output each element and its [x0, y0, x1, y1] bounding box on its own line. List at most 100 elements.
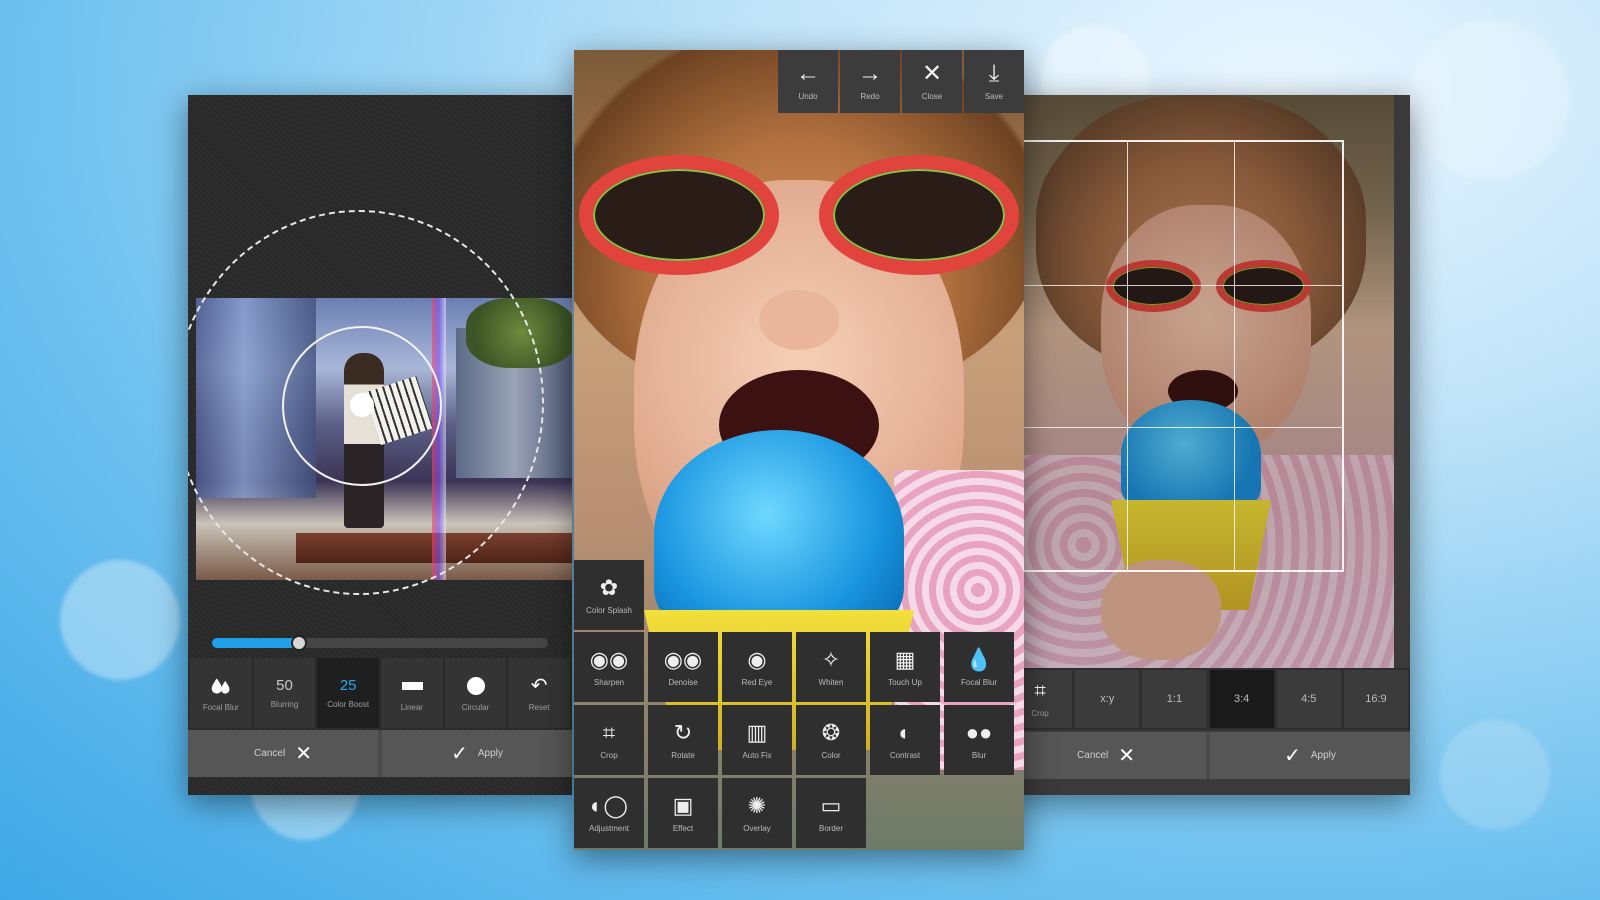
cancel-label: Cancel [1077, 750, 1109, 761]
close-button[interactable]: ✕ Close [902, 50, 962, 113]
whiten-tool[interactable]: ✧ Whiten [796, 632, 866, 702]
crop-icon: ⌗ [602, 719, 616, 745]
photo-nose [759, 290, 839, 350]
auto-fix-tool[interactable]: ▥ Auto Fix [722, 705, 792, 775]
tool-label: Focal Blur [960, 677, 997, 687]
blurring-value: 50 [276, 677, 293, 694]
lightbulb-icon: ✺ [747, 792, 767, 818]
ratio-label: 4:5 [1301, 693, 1317, 705]
tool-label: Red Eye [741, 677, 773, 687]
ratio-4-5-button[interactable]: 4:5 [1276, 670, 1341, 728]
frame-icon: ▭ [820, 792, 842, 818]
effect-tool[interactable]: ▣ Effect [648, 778, 718, 848]
tool-label: Color Splash [586, 605, 632, 615]
crop-frame[interactable] [1018, 140, 1344, 572]
crop-grid-line [1127, 142, 1129, 570]
adjustment-icon: ◐◯ [590, 792, 628, 818]
circular-mode-button[interactable]: Circular [444, 658, 507, 728]
crop-grid-line [1020, 427, 1342, 429]
save-button[interactable]: ⤓ Save [964, 50, 1024, 113]
cancel-label: Cancel [254, 748, 286, 759]
focal-blur-toolbar: Focal Blur 50 Blurring 25 Color Boost Li… [188, 658, 572, 728]
tool-label: Circular [461, 702, 490, 712]
denoise-icon: ◉◉ [663, 646, 703, 672]
action-bar: Cancel ✕ ✓ Apply [188, 730, 572, 777]
crop-tool[interactable]: ⌗ Crop [574, 705, 644, 775]
top-toolbar: ← Undo → Redo ✕ Close ⤓ Save [778, 50, 1024, 113]
sharpen-icon: ◉◉ [589, 646, 629, 672]
bokeh-circle [60, 560, 180, 680]
action-bar: Cancel ✕ ✓ Apply [1006, 732, 1410, 779]
ratio-1-1-button[interactable]: 1:1 [1142, 670, 1207, 728]
color-boost-value: 25 [339, 677, 357, 694]
ratio-3-4-button[interactable]: 3:4 [1209, 670, 1274, 728]
photo-glasses-lens [579, 155, 779, 275]
apply-button[interactable]: ✓ Apply [382, 730, 572, 777]
crop-grid-line [1020, 284, 1342, 286]
border-tool[interactable]: ▭ Border [796, 778, 866, 848]
tool-label: Reset [528, 702, 550, 712]
tool-label: Rotate [671, 750, 695, 760]
color-splash-tool[interactable]: ✿ Color Splash [574, 560, 644, 630]
download-icon: ⤓ [988, 60, 1000, 87]
bokeh-circle [1440, 720, 1550, 830]
bokeh-circle [1410, 20, 1570, 180]
contrast-icon: ◐ [898, 719, 912, 745]
cancel-button[interactable]: Cancel ✕ [1006, 732, 1206, 779]
circle-icon [465, 675, 487, 697]
ratio-16-9-button[interactable]: 16:9 [1343, 670, 1409, 728]
close-label: Close [921, 92, 943, 101]
crop-photo[interactable] [1006, 95, 1394, 680]
blur-tool[interactable]: ●● Blur [944, 705, 1014, 775]
focus-center-handle[interactable] [350, 393, 374, 417]
focal-blur-tool[interactable]: Focal Blur [190, 658, 252, 728]
undo-button[interactable]: ← Undo [778, 50, 838, 113]
color-tool[interactable]: ❂ Color [796, 705, 866, 775]
red-eye-tool[interactable]: ◉ Red Eye [722, 632, 792, 702]
focal-blur-tool[interactable]: 💧 Focal Blur [944, 632, 1014, 702]
tool-label: Focal Blur [202, 702, 239, 712]
tool-label: Overlay [743, 823, 771, 833]
ratio-free-button[interactable]: x:y [1075, 670, 1140, 728]
tool-label: Color [821, 750, 841, 760]
arrow-right-icon: → [858, 60, 882, 87]
crop-screen: ⌗ Crop x:y 1:1 3:4 4:5 16:9 Cancel ✕ ✓ A… [1006, 95, 1410, 795]
cancel-button[interactable]: Cancel ✕ [188, 730, 378, 777]
color-boost-control[interactable]: 25 Color Boost [317, 658, 380, 728]
tool-label: Contrast [889, 750, 921, 760]
denoise-tool[interactable]: ◉◉ Denoise [648, 632, 718, 702]
tool-label: Linear [400, 702, 423, 712]
flower-icon: ✿ [599, 574, 619, 600]
redo-label: Redo [860, 92, 880, 101]
sharpen-tool[interactable]: ◉◉ Sharpen [574, 632, 644, 702]
photo-glasses-lens [819, 155, 1019, 275]
blurring-control[interactable]: 50 Blurring [253, 658, 316, 728]
redo-button[interactable]: → Redo [840, 50, 900, 113]
adjustment-tool[interactable]: ◐◯ Adjustment [574, 778, 644, 848]
reset-button[interactable]: ↶ Reset [508, 658, 571, 728]
tool-label: Crop [1031, 708, 1049, 718]
tool-label: Auto Fix [742, 750, 772, 760]
tool-label: Blur [971, 750, 987, 760]
eye-icon: ◉ [747, 646, 767, 672]
save-label: Save [984, 92, 1004, 101]
focal-blur-screen: Focal Blur 50 Blurring 25 Color Boost Li… [188, 95, 572, 795]
rotate-icon: ↻ [673, 719, 693, 745]
overlay-tool[interactable]: ✺ Overlay [722, 778, 792, 848]
crop-grid-line [1234, 142, 1236, 570]
histogram-icon: ▥ [746, 719, 768, 745]
tool-label: Color Boost [327, 700, 370, 709]
arrow-left-icon: ← [796, 60, 820, 87]
tool-label: Blurring [270, 700, 299, 709]
slider-fill [212, 638, 300, 648]
touch-up-tool[interactable]: ▦ Touch Up [870, 632, 940, 702]
check-icon: ✓ [1284, 745, 1301, 767]
sparkle-icon: ✧ [821, 646, 841, 672]
blur-slider[interactable] [212, 635, 548, 651]
tool-label: Sharpen [593, 677, 625, 687]
apply-button[interactable]: ✓ Apply [1210, 732, 1410, 779]
contrast-tool[interactable]: ◐ Contrast [870, 705, 940, 775]
linear-mode-button[interactable]: Linear [381, 658, 443, 728]
rotate-tool[interactable]: ↻ Rotate [648, 705, 718, 775]
rectangle-icon [401, 675, 423, 697]
